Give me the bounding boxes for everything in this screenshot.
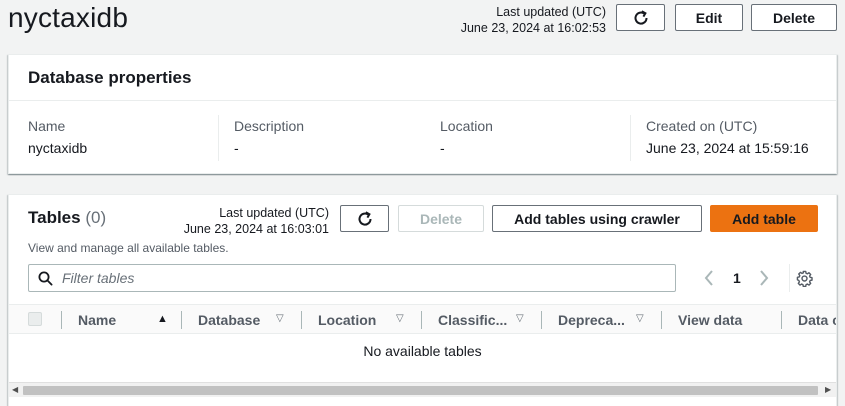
add-tables-crawler-button[interactable]: Add tables using crawler — [492, 205, 702, 232]
column-header-data-c[interactable]: Data c — [798, 311, 836, 329]
scrollbar-thumb[interactable] — [23, 386, 818, 395]
database-properties-panel: Database properties Name nyctaxidb Descr… — [8, 54, 837, 174]
properties-heading: Database properties — [9, 55, 836, 101]
gear-icon — [796, 270, 813, 288]
refresh-button[interactable] — [616, 4, 665, 31]
sort-icon[interactable]: ▽ — [636, 313, 644, 325]
chevron-left-icon — [704, 270, 713, 286]
property-value: nyctaxidb — [28, 140, 88, 156]
property-description: Description - — [234, 118, 304, 156]
column-header-classification[interactable]: Classific... — [438, 311, 507, 329]
last-updated-label: Last updated (UTC) — [496, 5, 606, 19]
pagination-prev[interactable] — [703, 269, 715, 290]
properties-grid: Name nyctaxidb Description - Location - … — [9, 101, 836, 173]
page-title: nyctaxidb — [8, 2, 129, 33]
tables-count: (0) — [85, 208, 107, 227]
column-divider — [301, 311, 302, 329]
property-label: Created on (UTC) — [646, 118, 758, 134]
scroll-left-icon[interactable]: ◀ — [12, 385, 18, 395]
refresh-icon — [358, 210, 372, 226]
tables-description: View and manage all available tables. — [28, 241, 229, 255]
sort-icon[interactable]: ▽ — [396, 313, 404, 325]
refresh-icon — [634, 9, 648, 25]
column-divider — [421, 311, 422, 329]
column-header-location[interactable]: Location — [318, 311, 376, 329]
tables-last-updated-value: June 23, 2024 at 16:03:01 — [183, 222, 329, 236]
scroll-right-icon[interactable]: ▶ — [825, 385, 831, 395]
tables-heading-text: Tables — [28, 208, 81, 227]
select-all-checkbox[interactable] — [28, 312, 42, 326]
column-divider — [781, 311, 782, 329]
chevron-right-icon — [760, 270, 769, 286]
divider — [630, 115, 631, 161]
column-divider — [661, 311, 662, 329]
column-header-deprecated[interactable]: Depreca... — [558, 311, 625, 329]
horizontal-scrollbar[interactable]: ◀ ▶ — [9, 382, 836, 397]
property-label: Name — [28, 118, 66, 134]
tables-refresh-button[interactable] — [340, 205, 389, 232]
tables-last-updated: Last updated (UTC) June 23, 2024 at 16:0… — [184, 205, 329, 237]
property-value: - — [440, 140, 445, 156]
column-divider — [61, 311, 62, 329]
tables-panel: Tables (0) Last updated (UTC) June 23, 2… — [8, 194, 837, 406]
last-updated: Last updated (UTC) June 23, 2024 at 16:0… — [461, 4, 606, 36]
last-updated-value: June 23, 2024 at 16:02:53 — [460, 21, 606, 35]
add-table-button[interactable]: Add table — [710, 205, 818, 232]
column-divider — [541, 311, 542, 329]
column-header-view-data[interactable]: View data — [678, 311, 742, 329]
sort-icon[interactable]: ▽ — [276, 313, 284, 325]
property-label: Location — [440, 118, 493, 134]
pagination-next[interactable] — [758, 269, 770, 290]
filter-input[interactable] — [60, 269, 660, 287]
sort-ascending-icon[interactable]: ▲ — [157, 313, 168, 325]
settings-button[interactable] — [796, 270, 813, 290]
property-label: Description — [234, 118, 305, 134]
property-created-on: Created on (UTC) June 23, 2024 at 15:59:… — [646, 118, 809, 156]
filter-field[interactable] — [28, 264, 676, 292]
tables-delete-button[interactable]: Delete — [398, 205, 484, 232]
sort-icon[interactable]: ▽ — [516, 313, 524, 325]
property-name: Name nyctaxidb — [28, 118, 87, 156]
divider — [218, 115, 219, 161]
column-header-database[interactable]: Database — [198, 311, 260, 329]
search-icon — [38, 271, 53, 286]
tables-last-updated-label: Last updated (UTC) — [219, 206, 329, 220]
table-header: Name ▲ Database ▽ Location ▽ Classific..… — [9, 304, 836, 334]
edit-button[interactable]: Edit — [675, 4, 743, 31]
tables-heading: Tables (0) — [28, 208, 106, 228]
column-divider — [181, 311, 182, 329]
pagination-page[interactable]: 1 — [733, 270, 741, 286]
empty-state: No available tables — [363, 343, 482, 359]
property-value: June 23, 2024 at 15:59:16 — [646, 140, 809, 156]
property-value: - — [234, 140, 239, 156]
column-header-name[interactable]: Name — [78, 311, 116, 329]
delete-button[interactable]: Delete — [751, 4, 837, 31]
pager-divider — [789, 264, 790, 292]
property-location: Location - — [440, 118, 493, 156]
